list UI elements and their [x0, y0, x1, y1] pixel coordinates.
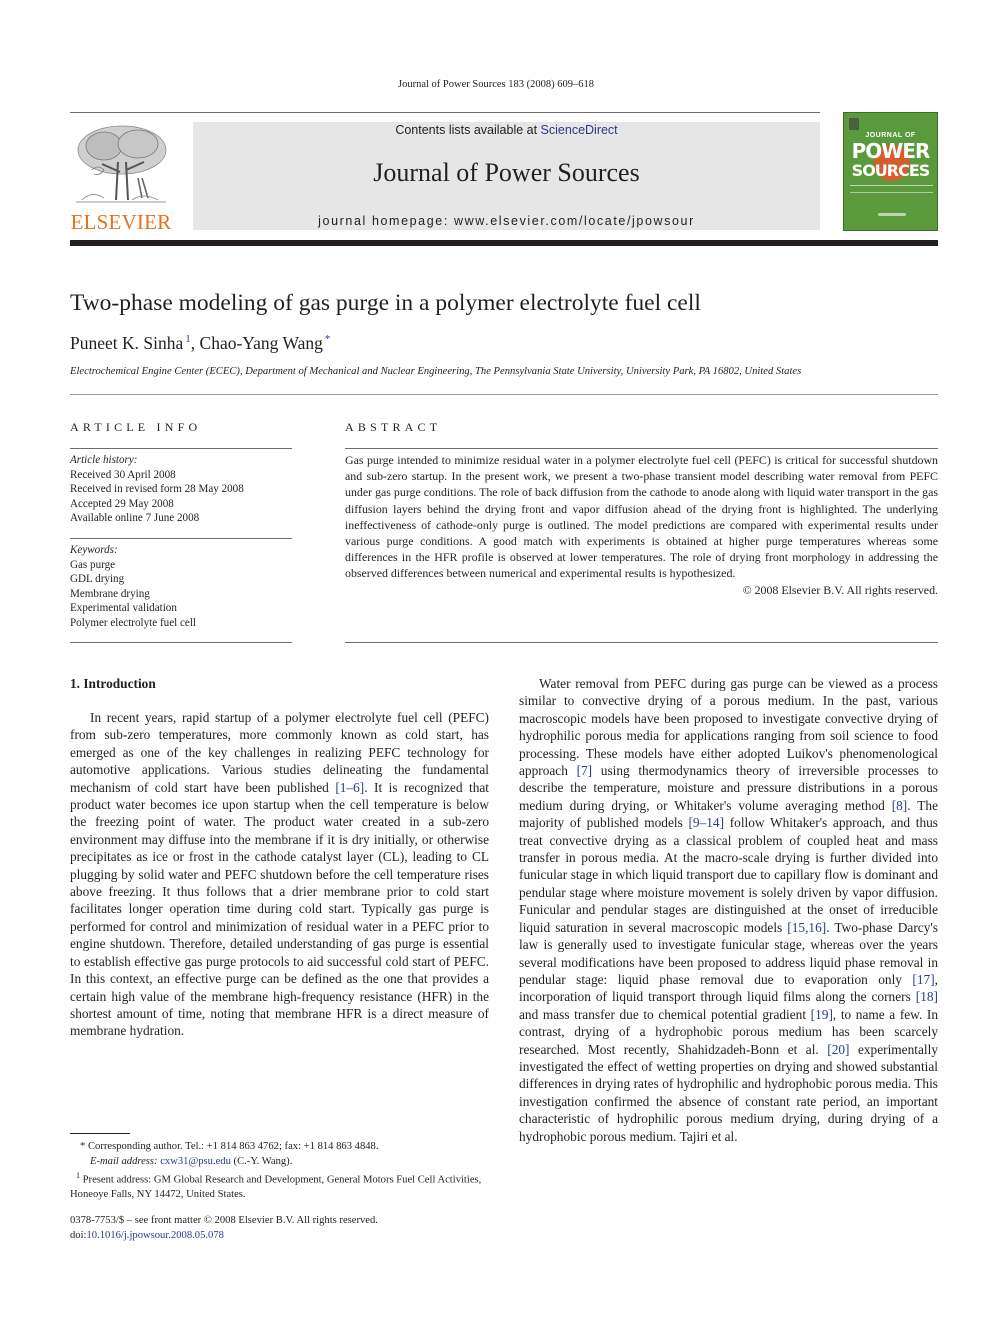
citation-link[interactable]: [15,16]: [787, 920, 826, 935]
history-item: Available online 7 June 2008: [70, 512, 200, 524]
abstract-heading: ABSTRACT: [345, 420, 442, 434]
author-separator: ,: [190, 333, 200, 353]
section-heading: 1. Introduction: [70, 676, 156, 691]
history-item: Received 30 April 2008: [70, 468, 176, 481]
paragraph: Water removal from PEFC during gas purge…: [519, 675, 938, 1145]
doi-line: doi:10.1016/j.jpowsour.2008.05.078: [70, 1229, 378, 1244]
citation-link[interactable]: [18]: [916, 989, 938, 1004]
journal-title: Journal of Power Sources: [373, 158, 640, 187]
divider: [70, 448, 292, 449]
author-list: Puneet K. Sinha 1, Chao-Yang Wang *: [70, 333, 330, 354]
footnote-present-address: 1 Present address: GM Global Research an…: [70, 1169, 490, 1203]
abstract: Gas purge intended to minimize residual …: [345, 452, 938, 598]
cover-line3: SOURCES: [851, 161, 931, 180]
doi-prefix: doi:: [70, 1229, 87, 1241]
author-name: Puneet K. Sinha: [70, 333, 184, 353]
author-name: Chao-Yang Wang: [199, 333, 323, 353]
divider: [70, 394, 938, 395]
paragraph: In recent years, rapid startup of a poly…: [70, 709, 489, 1040]
footnote-rule: [70, 1133, 130, 1134]
contents-line: Contents lists available at ScienceDirec…: [193, 123, 820, 137]
citation-link[interactable]: [7]: [577, 763, 593, 778]
front-matter-line: 0378-7753/$ – see front matter © 2008 El…: [70, 1215, 378, 1226]
paragraph-text: and mass transfer due to chemical potent…: [519, 1006, 811, 1022]
elsevier-tree-icon: [76, 125, 167, 203]
paragraph-text: follow Whitaker's approach, and thus tre…: [519, 815, 939, 935]
corresponding-author-mark[interactable]: *: [325, 333, 331, 345]
contents-prefix: Contents lists available at: [395, 123, 541, 137]
keywords-label: Keywords:: [70, 544, 118, 556]
history-item: Accepted 29 May 2008: [70, 497, 174, 510]
footnote-corresponding: * Corresponding author. Tel.: +1 814 863…: [80, 1141, 379, 1152]
affiliation: Electrochemical Engine Center (ECEC), De…: [70, 366, 802, 377]
article-info-heading: ARTICLE INFO: [70, 420, 202, 434]
elsevier-logo[interactable]: ELSEVIER: [70, 122, 172, 234]
journal-masthead: Contents lists available at ScienceDirec…: [193, 122, 820, 230]
article-history: Article history: Received 30 April 2008 …: [70, 453, 292, 526]
journal-homepage[interactable]: journal homepage: www.elsevier.com/locat…: [193, 214, 820, 228]
divider: [70, 538, 292, 539]
cover-signature: [878, 213, 906, 216]
citation-link[interactable]: [8]: [892, 798, 908, 813]
abstract-text: Gas purge intended to minimize residual …: [345, 453, 938, 581]
email-suffix: (C.-Y. Wang).: [230, 1155, 293, 1167]
doi-link[interactable]: 10.1016/j.jpowsour.2008.05.078: [86, 1230, 223, 1241]
cover-line1: JOURNAL OF: [865, 132, 916, 139]
citation-link[interactable]: [9–14]: [688, 815, 724, 830]
top-rule: [70, 112, 820, 113]
abstract-copyright: © 2008 Elsevier B.V. All rights reserved…: [742, 582, 938, 597]
keywords: Keywords: Gas purge GDL drying Membrane …: [70, 543, 292, 630]
cover-tagline: [850, 185, 933, 193]
issn-block: 0378-7753/$ – see front matter © 2008 El…: [70, 1214, 378, 1243]
divider: [345, 448, 938, 449]
footnotes: * Corresponding author. Tel.: +1 814 863…: [70, 1140, 490, 1203]
paragraph-text: . It is recognized that product water be…: [70, 779, 489, 1039]
keyword: Experimental validation: [70, 602, 177, 614]
divider: [345, 642, 938, 643]
body-column-right: Water removal from PEFC during gas purge…: [519, 675, 938, 1145]
keyword: Polymer electrolyte fuel cell: [70, 616, 196, 629]
journal-cover-thumbnail[interactable]: JOURNAL OF POWER SOURCES: [843, 112, 938, 231]
citation-link[interactable]: [17]: [912, 972, 934, 987]
citation-link[interactable]: [20]: [827, 1042, 849, 1057]
elsevier-wordmark: ELSEVIER: [70, 210, 172, 234]
sciencedirect-link[interactable]: ScienceDirect: [541, 123, 618, 137]
cover-line2: POWER: [851, 139, 931, 163]
citation-link[interactable]: [1–6]: [335, 780, 364, 795]
body-column-left: In recent years, rapid startup of a poly…: [70, 709, 489, 1040]
article-title: Two-phase modeling of gas purge in a pol…: [70, 290, 701, 316]
email-link[interactable]: cxw31@psu.edu: [160, 1156, 231, 1167]
history-item: Received in revised form 28 May 2008: [70, 483, 244, 495]
divider: [70, 642, 292, 643]
present-address-text: Present address: GM Global Research and …: [70, 1174, 482, 1201]
footnote-email: E-mail address: cxw31@psu.edu (C.-Y. Wan…: [70, 1155, 490, 1170]
cover-publisher-icon: [849, 118, 859, 130]
keyword: Gas purge: [70, 558, 116, 571]
email-label: E-mail address:: [90, 1155, 161, 1167]
running-head: Journal of Power Sources 183 (2008) 609–…: [398, 79, 594, 90]
keyword: Membrane drying: [70, 587, 150, 600]
citation-link[interactable]: [19]: [811, 1007, 833, 1022]
history-label: Article history:: [70, 454, 138, 466]
keyword: GDL drying: [70, 573, 125, 585]
header-thick-rule: [70, 240, 938, 246]
